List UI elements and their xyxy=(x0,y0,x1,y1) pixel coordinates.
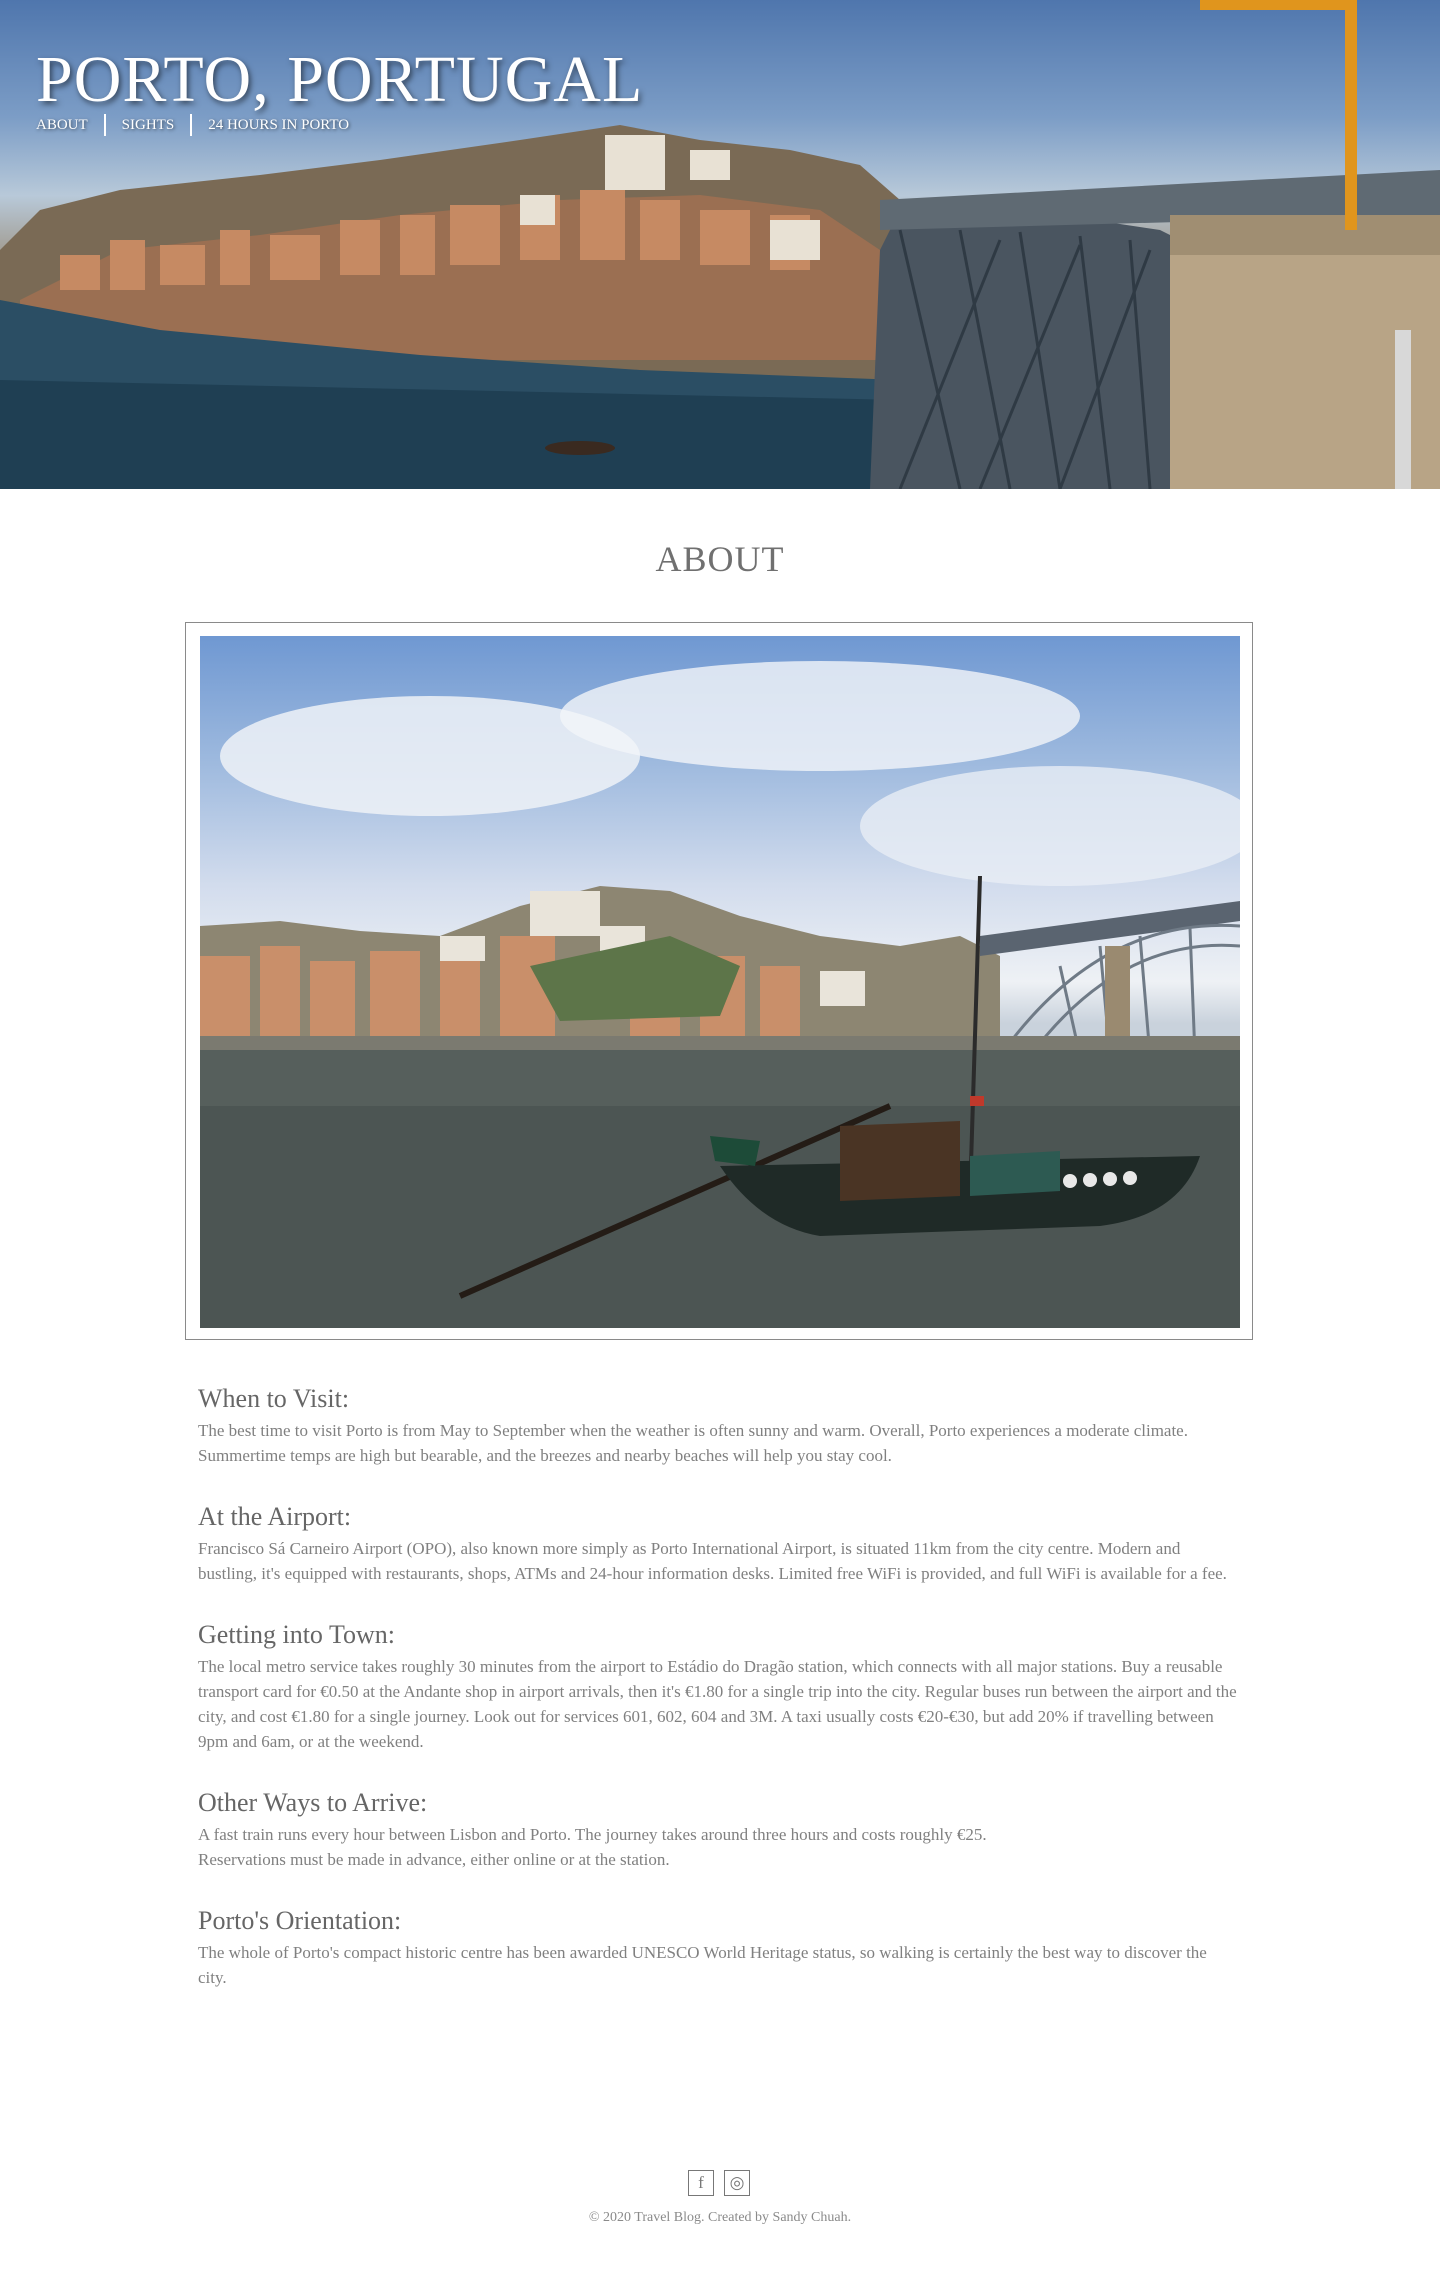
copyright-text: © 2020 Travel Blog. Created by Sandy Chu… xyxy=(588,2210,852,2225)
about-photo-frame xyxy=(185,622,1253,1340)
hero-banner: PORTO, PORTUGAL ABOUT SIGHTS 24 HOURS IN… xyxy=(0,0,1440,489)
section-body: The local metro service takes roughly 30… xyxy=(198,1657,1237,1751)
section-title: Porto's Orientation: xyxy=(198,1906,402,1935)
about-heading: ABOUT xyxy=(655,539,785,579)
section-body: The best time to visit Porto is from May… xyxy=(198,1421,1188,1465)
top-nav: ABOUT SIGHTS 24 HOURS IN PORTO xyxy=(36,114,349,136)
instagram-icon[interactable]: ◎ xyxy=(724,2170,750,2196)
nav-sights[interactable]: SIGHTS xyxy=(122,117,175,134)
section-title: Getting into Town: xyxy=(198,1620,396,1649)
section-getting-into-town: Getting into Town: The local metro servi… xyxy=(198,1620,1238,1754)
facebook-icon[interactable]: f xyxy=(688,2170,714,2196)
section-body: The whole of Porto's compact historic ce… xyxy=(198,1943,1207,1987)
about-content: When to Visit: The best time to visit Po… xyxy=(198,1384,1238,2024)
section-portos-orientation: Porto's Orientation: The whole of Porto'… xyxy=(198,1906,1238,1990)
nav-about[interactable]: ABOUT xyxy=(36,117,88,134)
site-title: PORTO, PORTUGAL xyxy=(36,43,644,116)
section-when-to-visit: When to Visit: The best time to visit Po… xyxy=(198,1384,1238,1468)
section-other-ways-to-arrive: Other Ways to Arrive: A fast train runs … xyxy=(198,1788,1238,1872)
section-title: At the Airport: xyxy=(198,1502,352,1531)
river-boat-photo xyxy=(200,661,1240,1328)
nav-divider xyxy=(103,114,106,136)
nav-24-hours[interactable]: 24 HOURS IN PORTO xyxy=(208,117,349,134)
social-links: f ◎ xyxy=(688,2170,750,2196)
section-body: A fast train runs every hour between Lis… xyxy=(198,1825,987,1869)
nav-divider xyxy=(190,114,193,136)
section-body: Francisco Sá Carneiro Airport (OPO), als… xyxy=(198,1539,1227,1583)
about-photo xyxy=(200,636,1240,1328)
section-title: Other Ways to Arrive: xyxy=(198,1788,428,1817)
section-title: When to Visit: xyxy=(198,1384,350,1413)
section-at-the-airport: At the Airport: Francisco Sá Carneiro Ai… xyxy=(198,1502,1238,1586)
